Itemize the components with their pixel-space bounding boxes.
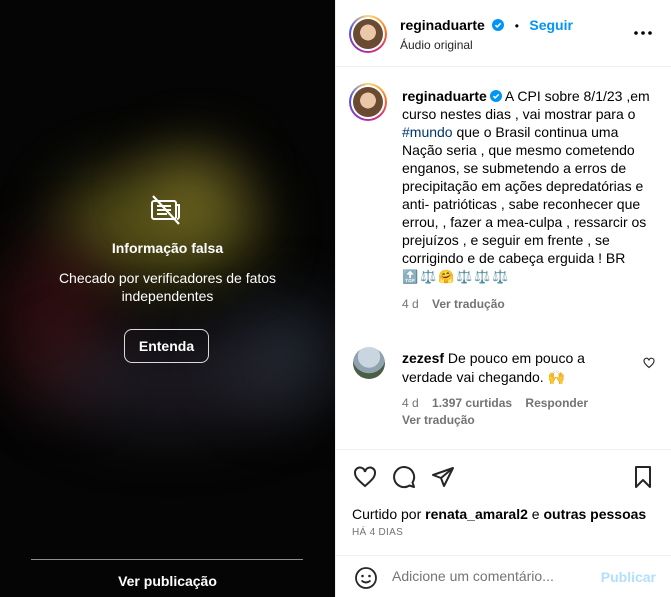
scales-emoji: ⚖️ [456, 269, 473, 284]
caption-avatar[interactable] [349, 83, 387, 121]
bookmark-save-icon[interactable] [631, 465, 655, 489]
comment-bar: Publicar [336, 555, 671, 597]
comment: zezesf De pouco em pouco a verdade vai c… [402, 349, 632, 429]
post-actions: Curtido por renata_amaral2 e outras pess… [336, 449, 671, 597]
hug-emoji: 🤗 [438, 269, 455, 284]
caption: reginaduarte A CPI sobre 8/1/23 ,em curs… [402, 87, 650, 313]
emoji-picker-icon[interactable] [354, 566, 378, 590]
divider [31, 559, 303, 560]
separator-dot: • [514, 19, 519, 33]
post-header: reginaduarte • Seguir Áudio original [336, 0, 671, 67]
liked-by-mid: e [527, 506, 544, 522]
comment-input[interactable] [392, 568, 592, 584]
comment-username[interactable]: zezesf [402, 350, 444, 366]
liked-by: Curtido por renata_amaral2 e outras pess… [352, 506, 646, 522]
comment-meta: 4 d 1.397 curtidas Responder Ver traduçã… [402, 395, 632, 429]
caption-translate-link[interactable]: Ver tradução [432, 297, 505, 311]
commenter-avatar[interactable] [353, 347, 385, 379]
audio-label[interactable]: Áudio original [400, 38, 473, 52]
verified-badge-icon [489, 90, 502, 102]
more-options-icon[interactable] [634, 24, 652, 42]
hashtag-link[interactable]: #mundo [402, 124, 453, 140]
verified-badge-icon [492, 19, 505, 31]
comment-translate-link[interactable]: Ver tradução [402, 412, 632, 429]
post-side-panel: reginaduarte • Seguir Áudio original reg… [335, 0, 671, 597]
publish-button[interactable]: Publicar [601, 569, 656, 585]
liked-by-others[interactable]: outras pessoas [543, 506, 646, 522]
follow-button[interactable]: Seguir [529, 17, 573, 33]
scales-emoji: ⚖️ [474, 269, 491, 284]
share-send-icon[interactable] [431, 465, 455, 489]
false-info-icon [151, 195, 180, 225]
warning-title: Informação falsa [111, 240, 224, 256]
scales-emoji: ⚖️ [492, 269, 509, 284]
liked-by-user[interactable]: renata_amaral2 [425, 506, 528, 522]
like-comment-heart-icon[interactable] [643, 357, 655, 369]
avatar[interactable] [349, 15, 387, 53]
like-heart-icon[interactable] [353, 465, 377, 489]
comment-likes[interactable]: 1.397 curtidas [432, 396, 512, 410]
post-media[interactable]: Informação falsa Checado por verificador… [0, 0, 335, 597]
learn-more-button[interactable]: Entenda [124, 329, 209, 363]
comment-bubble-icon[interactable] [392, 465, 416, 489]
post-time-ago[interactable]: HÁ 4 DIAS [352, 527, 403, 538]
see-post-button[interactable]: Ver publicação [0, 573, 335, 589]
top-emoji: 🔝 [402, 269, 419, 284]
comment-age[interactable]: 4 d [402, 396, 419, 410]
warning-description: Checado por verificadores de fatos indep… [58, 270, 277, 304]
caption-username[interactable]: reginaduarte [402, 88, 487, 104]
header-username[interactable]: reginaduarte [400, 17, 485, 33]
caption-age[interactable]: 4 d [402, 297, 419, 311]
liked-by-prefix: Curtido por [352, 506, 426, 522]
caption-emojis: 🔝 ⚖️ 🤗 ⚖️ ⚖️ ⚖️ [402, 269, 650, 285]
caption-meta: 4 d Ver tradução [402, 295, 650, 313]
scales-emoji: ⚖️ [420, 269, 437, 284]
reply-button[interactable]: Responder [525, 396, 588, 410]
caption-text: que o Brasil continua uma Nação seria , … [402, 124, 647, 266]
